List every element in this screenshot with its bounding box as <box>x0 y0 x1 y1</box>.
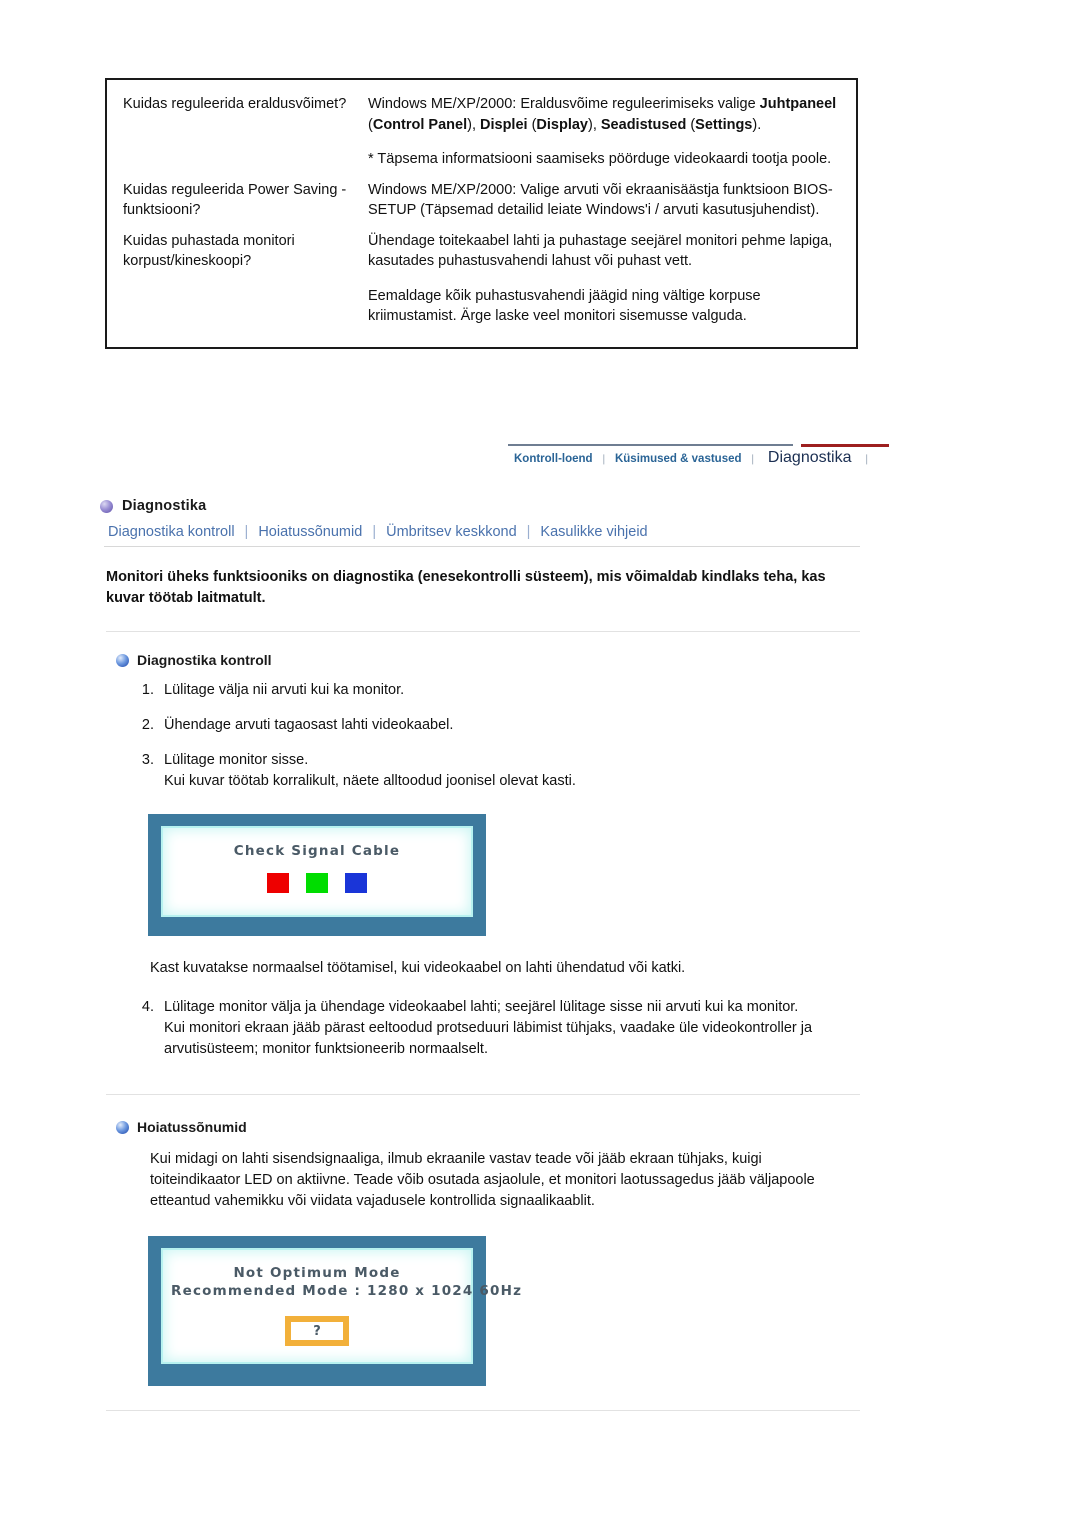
page-title-row: Diagnostika <box>100 498 860 514</box>
osd-check-signal-cable: Check Signal Cable <box>148 814 486 936</box>
faq-answer-bold-5: Seadistused <box>600 116 687 133</box>
red-swatch <box>267 873 289 893</box>
faq-answer-mid-1: ), <box>467 116 480 133</box>
tab-strip-items: Kontroll-loend ❘ Küsimused & vastused ❘ … <box>508 449 872 467</box>
divider <box>106 1094 860 1095</box>
tab-separator: ❘ <box>862 454 871 465</box>
faq-answer: Windows ME/XP/2000: Valige arvuti või ek… <box>368 180 842 221</box>
faq-answer-paragraph-2: Eemaldage kõik puhastusvahendi jäägid ni… <box>368 287 761 325</box>
step-subtext: Kui monitori ekraan jääb pärast eeltoodu… <box>164 1020 813 1057</box>
step-text: Lülitage monitor sisse. <box>164 752 309 768</box>
blue-sphere-icon <box>116 653 129 667</box>
link-kasulikke-vihjeid[interactable]: Kasulikke vihjeid <box>536 524 651 540</box>
list-item: Lülitage välja nii arvuti kui ka monitor… <box>158 680 860 701</box>
step-subtext: Kui kuvar töötab korralikult, näete allt… <box>164 773 576 789</box>
faq-answer-bold-4: Display <box>536 116 588 133</box>
link-separator: | <box>526 524 531 540</box>
faq-question: Kuidas reguleerida eraldusvõimet? <box>123 96 347 112</box>
tab-separator: ❘ <box>599 454 608 465</box>
step-text: Ühendage arvuti tagaosast lahti videokaa… <box>164 717 454 733</box>
main-content: Diagnostika Diagnostika kontroll | Hoiat… <box>100 498 860 1411</box>
faq-answer-paragraph: Windows ME/XP/2000: Valige arvuti või ek… <box>368 181 833 219</box>
step-text: Lülitage välja nii arvuti kui ka monitor… <box>164 682 405 698</box>
green-swatch <box>306 873 328 893</box>
osd-question-box: ? <box>285 1316 349 1346</box>
tab-strip-rule <box>508 444 793 446</box>
faq-answer-bold-1: Juhtpaneel <box>759 96 837 112</box>
osd-message-line-1: Not Optimum Mode <box>233 1265 401 1281</box>
blue-swatch <box>345 873 367 893</box>
osd-message: Check Signal Cable <box>233 843 401 859</box>
table-row: Kuidas reguleerida Power Saving -funktsi… <box>123 180 842 221</box>
list-item: Ühendage arvuti tagaosast lahti videokaa… <box>158 715 860 736</box>
faq-answer-paragraph: Windows ME/XP/2000: Eraldusvõime regulee… <box>368 94 842 135</box>
link-separator: | <box>372 524 377 540</box>
osd-not-optimum-mode: Not Optimum Mode Recommended Mode : 1280… <box>148 1236 523 1386</box>
faq-question: Kuidas puhastada monitori korpust/kinesk… <box>123 232 295 269</box>
selfcheck-step4-list: Lülitage monitor välja ja ühendage video… <box>122 997 860 1060</box>
link-umbritsev-keskkond[interactable]: Ümbritsev keskkond <box>382 524 521 540</box>
faq-answer-lead: Windows ME/XP/2000: Eraldusvõime regulee… <box>368 96 760 112</box>
link-diagnostika-kontroll[interactable]: Diagnostika kontroll <box>104 524 239 540</box>
faq-answer-paragraph-1: Ühendage toitekaabel lahti ja puhastage … <box>368 232 833 270</box>
faq-answer-bold-2: Control Panel <box>372 116 468 133</box>
faq-table: Kuidas reguleerida eraldusvõimet? Window… <box>105 78 858 349</box>
blue-sphere-icon <box>116 1120 129 1134</box>
list-item: Lülitage monitor välja ja ühendage video… <box>158 997 860 1060</box>
faq-answer-note: * Täpsema informatsiooni saamiseks pöörd… <box>368 151 832 167</box>
subsection-title: Diagnostika kontroll <box>137 652 272 668</box>
subsection-heading-selfcheck: Diagnostika kontroll <box>116 652 860 668</box>
table-row: Kuidas reguleerida eraldusvõimet? Window… <box>123 94 842 170</box>
tab-kontroll-loend[interactable]: Kontroll-loend <box>508 453 599 465</box>
osd-screen: Check Signal Cable <box>161 826 473 917</box>
tab-separator: ❘ <box>748 454 757 465</box>
faq-question: Kuidas reguleerida Power Saving -funktsi… <box>123 181 347 218</box>
list-item: Lülitage monitor sisse. Kui kuvar töötab … <box>158 750 860 792</box>
faq-answer-mid-2: ), <box>588 116 601 133</box>
rgb-swatch-row <box>171 873 463 893</box>
tab-diagnostika[interactable]: Diagnostika <box>758 449 862 467</box>
subsection-title: Hoiatussõnumid <box>137 1119 247 1135</box>
faq-answer-tail: ). <box>752 116 762 133</box>
page-title: Diagnostika <box>122 498 207 514</box>
selfcheck-step-list: Lülitage välja nii arvuti kui ka monitor… <box>122 680 860 792</box>
divider <box>106 1410 860 1411</box>
faq-answer-bold-3: Displei <box>480 116 528 133</box>
osd-screen: Not Optimum Mode Recommended Mode : 1280… <box>161 1248 523 1364</box>
osd-message-line-2: Recommended Mode : 1280 x 1024 60Hz <box>171 1283 523 1299</box>
faq-answer-bold-6: Settings <box>695 116 753 133</box>
section-link-bar: Diagnostika kontroll | Hoiatussõnumid | … <box>104 524 860 547</box>
tab-kusimused-vastused[interactable]: Küsimused & vastused <box>609 453 748 465</box>
step-text: Lülitage monitor välja ja ühendage video… <box>164 999 799 1015</box>
subsection-heading-warnings: Hoiatussõnumid <box>116 1119 860 1135</box>
link-hoiatussonumid[interactable]: Hoiatussõnumid <box>254 524 366 540</box>
faq-answer: Windows ME/XP/2000: Eraldusvõime regulee… <box>368 94 842 170</box>
tab-strip: Kontroll-loend ❘ Küsimused & vastused ❘ … <box>508 444 889 480</box>
warnings-paragraph: Kui midagi on lahti sisendsignaaliga, il… <box>150 1151 815 1209</box>
faq-answer: Ühendage toitekaabel lahti ja puhastage … <box>368 231 842 327</box>
link-separator: | <box>244 524 249 540</box>
lead-paragraph: Monitori üheks funktsiooniks on diagnost… <box>106 569 826 606</box>
faq-answer-paren-3: ( <box>686 116 696 133</box>
table-row: Kuidas puhastada monitori korpust/kinesk… <box>123 231 842 327</box>
osd-caption: Kast kuvatakse normaalsel töötamisel, ku… <box>150 960 686 976</box>
tab-strip-active-underline <box>801 444 889 447</box>
purple-sphere-icon <box>100 499 113 513</box>
osd-question-mark: ? <box>313 1323 321 1339</box>
divider <box>106 631 860 632</box>
